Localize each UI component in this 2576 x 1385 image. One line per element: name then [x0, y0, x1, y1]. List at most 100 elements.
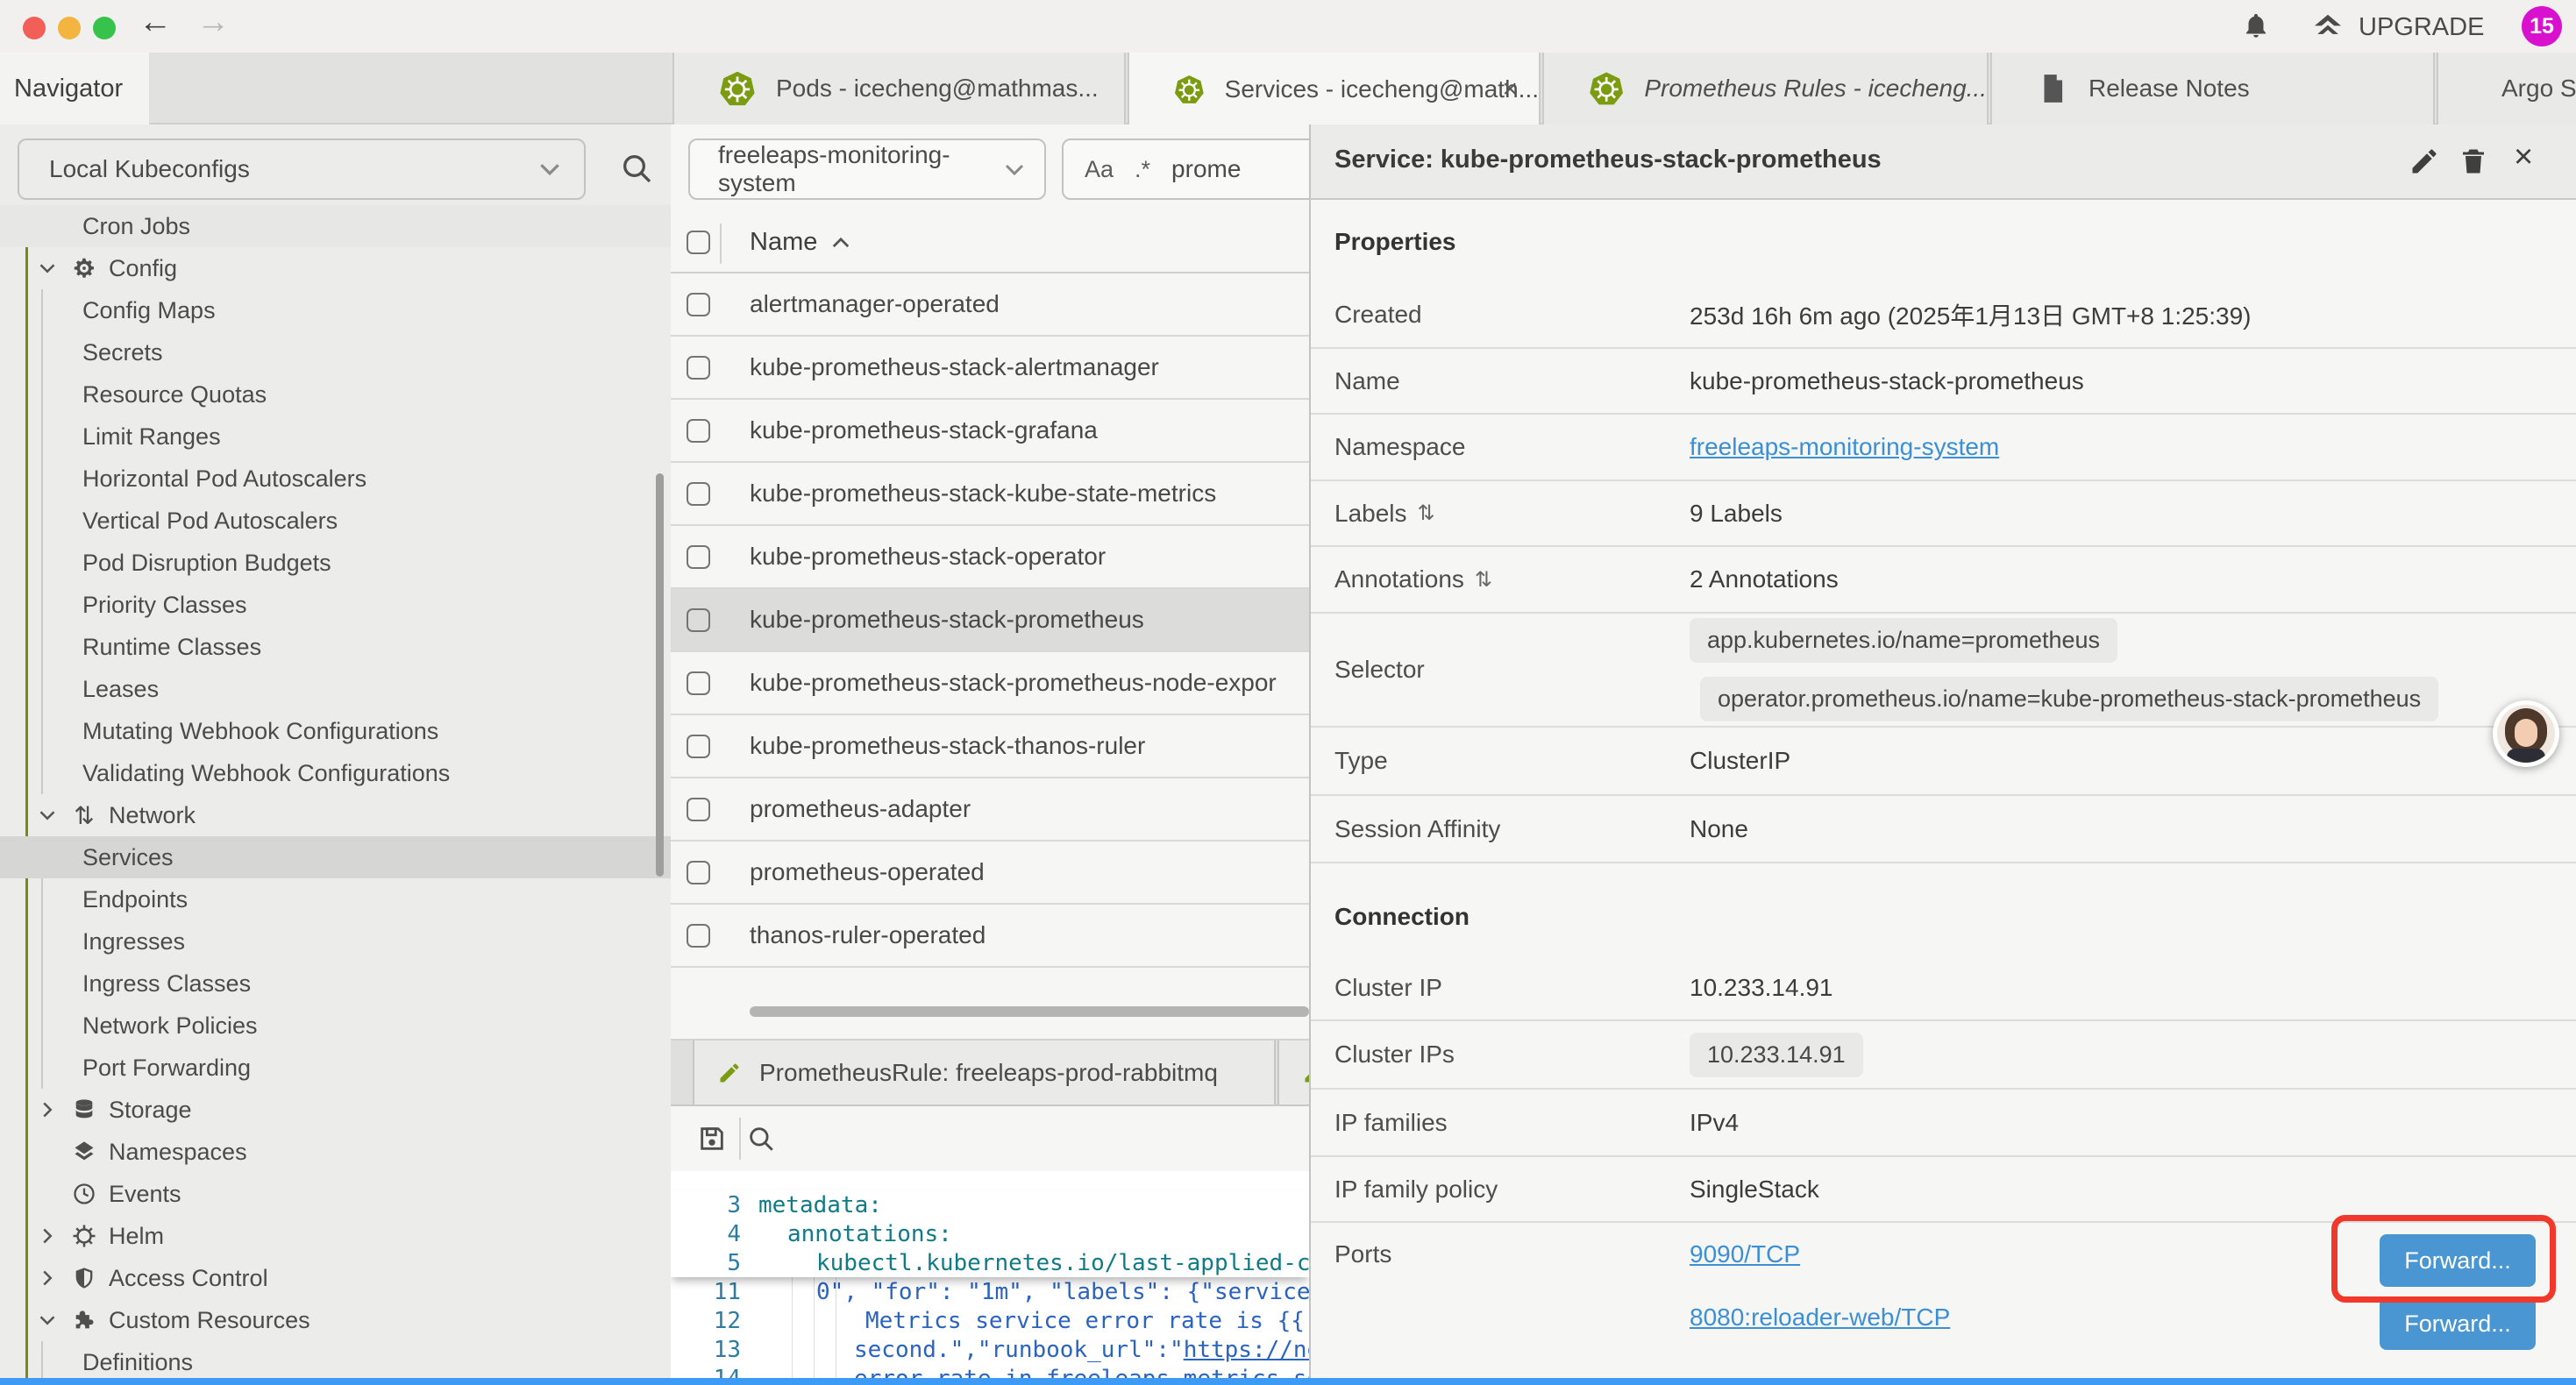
sidebar-item-access-control[interactable]: Access Control: [0, 1257, 671, 1299]
table-filter-input[interactable]: Aa .* prome: [1062, 138, 1309, 200]
sidebar-scrollbar[interactable]: [656, 473, 664, 877]
chevron-right-icon[interactable]: [35, 1269, 60, 1287]
namespace-link[interactable]: freeleaps-monitoring-system: [1690, 433, 1999, 461]
sidebar-item-validating-webhook-configurations[interactable]: Validating Webhook Configurations: [0, 752, 671, 794]
sidebar-item-ingresses[interactable]: Ingresses: [0, 920, 671, 962]
sidebar-item-mutating-webhook-configurations[interactable]: Mutating Webhook Configurations: [0, 710, 671, 752]
tab-prometheus-rules[interactable]: Prometheus Rules - icecheng...: [1542, 53, 1989, 124]
sidebar-item-network[interactable]: ⇅ Network: [0, 794, 671, 836]
row-checkbox[interactable]: [687, 356, 710, 380]
notifications-bell-icon[interactable]: [2241, 11, 2271, 41]
row-checkbox[interactable]: [687, 798, 710, 821]
sidebar-item-services[interactable]: Services: [0, 836, 671, 878]
table-row[interactable]: kube-prometheus-stack-thanos-ruler: [671, 715, 1309, 778]
sidebar-item-port-forwarding[interactable]: Port Forwarding: [0, 1047, 671, 1089]
tab-pods[interactable]: Pods - icecheng@mathmas...: [672, 53, 1126, 124]
sidebar-item-cron-jobs[interactable]: Cron Jobs: [0, 205, 671, 247]
tab-release-notes[interactable]: Release Notes: [1990, 53, 2435, 124]
navigator-panel-tab[interactable]: Navigator: [0, 53, 149, 124]
tab-services[interactable]: Services - icecheng@math... ×: [1128, 53, 1541, 126]
sidebar-item-priority-classes[interactable]: Priority Classes: [0, 584, 671, 626]
sidebar-item-limit-ranges[interactable]: Limit Ranges: [0, 416, 671, 458]
editor-tab-partial[interactable]: [1277, 1041, 1309, 1104]
port-link-8080[interactable]: 8080:reloader-web/TCP: [1690, 1303, 1950, 1332]
sidebar-item-ingress-classes[interactable]: Ingress Classes: [0, 962, 671, 1005]
chevron-down-icon[interactable]: [35, 809, 60, 821]
sidebar-search-icon[interactable]: [619, 151, 654, 186]
notification-count-badge[interactable]: 15: [2522, 6, 2562, 46]
table-row[interactable]: kube-prometheus-stack-prometheus-node-ex…: [671, 652, 1309, 715]
port-link-9090[interactable]: 9090/TCP: [1690, 1240, 1800, 1268]
sidebar-item-config[interactable]: Config: [0, 247, 671, 289]
close-panel-icon[interactable]: ×: [2514, 138, 2533, 176]
expand-collapse-icon[interactable]: ⇅: [1475, 567, 1492, 593]
close-window-button[interactable]: [23, 17, 46, 39]
sidebar-item-secrets[interactable]: Secrets: [0, 331, 671, 373]
sidebar-item-runtime-classes[interactable]: Runtime Classes: [0, 626, 671, 668]
sidebar-item-storage[interactable]: Storage: [0, 1089, 671, 1131]
row-checkbox[interactable]: [687, 735, 710, 758]
row-checkbox[interactable]: [687, 861, 710, 884]
zoom-window-button[interactable]: [93, 17, 116, 39]
chevron-down-icon[interactable]: [35, 1314, 60, 1326]
sidebar-item-network-policies[interactable]: Network Policies: [0, 1005, 671, 1047]
sort-asc-icon[interactable]: [831, 237, 850, 249]
namespace-selector[interactable]: freeleaps-monitoring-system: [688, 138, 1046, 200]
avatar[interactable]: [2493, 700, 2559, 767]
editor-search-icon[interactable]: [746, 1124, 776, 1154]
chevron-right-icon[interactable]: [35, 1227, 60, 1245]
close-tab-icon[interactable]: ×: [1502, 75, 1518, 104]
sidebar-item-namespaces[interactable]: Namespaces: [0, 1131, 671, 1173]
row-checkbox[interactable]: [687, 545, 710, 569]
table-row[interactable]: kube-prometheus-stack-alertmanager: [671, 337, 1309, 400]
table-row[interactable]: kube-prometheus-stack-operator: [671, 526, 1309, 589]
sidebar-item-helm[interactable]: Helm: [0, 1215, 671, 1257]
table-row[interactable]: alertmanager-operated: [671, 273, 1309, 337]
sidebar-item-pod-disruption-budgets[interactable]: Pod Disruption Budgets: [0, 542, 671, 584]
horizontal-scrollbar[interactable]: [750, 1006, 1309, 1017]
sidebar-item-definitions[interactable]: Definitions: [0, 1341, 671, 1378]
yaml-editor[interactable]: 11 0", "for": "1m", "labels": {"service"…: [671, 1171, 1309, 1378]
forward-port-button-8080[interactable]: Forward...: [2380, 1297, 2536, 1350]
save-icon[interactable]: [697, 1124, 727, 1154]
edit-pencil-icon[interactable]: [2409, 146, 2440, 177]
row-checkbox[interactable]: [687, 671, 710, 695]
forward-button[interactable]: →: [196, 4, 230, 41]
table-row[interactable]: prometheus-adapter: [671, 778, 1309, 842]
sidebar-item-config-maps[interactable]: Config Maps: [0, 289, 671, 331]
row-checkbox[interactable]: [687, 293, 710, 316]
database-icon: [68, 1097, 100, 1122]
table-row[interactable]: kube-prometheus-stack-grafana: [671, 400, 1309, 463]
tab-argo[interactable]: Argo Se: [2437, 53, 2576, 124]
back-button[interactable]: ←: [139, 4, 172, 41]
regex-toggle[interactable]: .*: [1135, 156, 1150, 183]
sidebar-item-endpoints[interactable]: Endpoints: [0, 878, 671, 920]
select-all-checkbox[interactable]: [687, 231, 710, 254]
runbook-url-link[interactable]: https://net: [1184, 1337, 1309, 1363]
chevron-right-icon[interactable]: [35, 1101, 60, 1119]
row-checkbox[interactable]: [687, 924, 710, 948]
sidebar-item-resource-quotas[interactable]: Resource Quotas: [0, 373, 671, 416]
kubeconfig-selector[interactable]: Local Kubeconfigs: [18, 138, 586, 200]
column-header-name[interactable]: Name: [750, 228, 817, 257]
sidebar-item-leases[interactable]: Leases: [0, 668, 671, 710]
sidebar-item-custom-resources[interactable]: Custom Resources: [0, 1299, 671, 1341]
table-row-selected[interactable]: kube-prometheus-stack-prometheus: [671, 589, 1309, 652]
sidebar-item-horizontal-pod-autoscalers[interactable]: Horizontal Pod Autoscalers: [0, 458, 671, 500]
row-checkbox[interactable]: [687, 419, 710, 443]
table-row[interactable]: kube-prometheus-stack-kube-state-metrics: [671, 463, 1309, 526]
property-row-cluster-ip: Cluster IP 10.233.14.91: [1311, 955, 2576, 1021]
row-checkbox[interactable]: [687, 482, 710, 506]
table-row[interactable]: prometheus-operated: [671, 842, 1309, 905]
sidebar-item-events[interactable]: Events: [0, 1173, 671, 1215]
row-checkbox[interactable]: [687, 608, 710, 632]
expand-collapse-icon[interactable]: ⇅: [1418, 501, 1435, 526]
upgrade-button[interactable]: UPGRADE: [2311, 11, 2484, 44]
editor-tab-prometheusrule[interactable]: PrometheusRule: freeleaps-prod-rabbitmq: [693, 1041, 1276, 1104]
delete-trash-icon[interactable]: [2458, 146, 2489, 177]
table-row[interactable]: thanos-ruler-operated: [671, 905, 1309, 968]
match-case-toggle[interactable]: Aa: [1085, 156, 1114, 183]
sidebar-item-vertical-pod-autoscalers[interactable]: Vertical Pod Autoscalers: [0, 500, 671, 542]
minimize-window-button[interactable]: [58, 17, 81, 39]
chevron-down-icon[interactable]: [35, 262, 60, 274]
